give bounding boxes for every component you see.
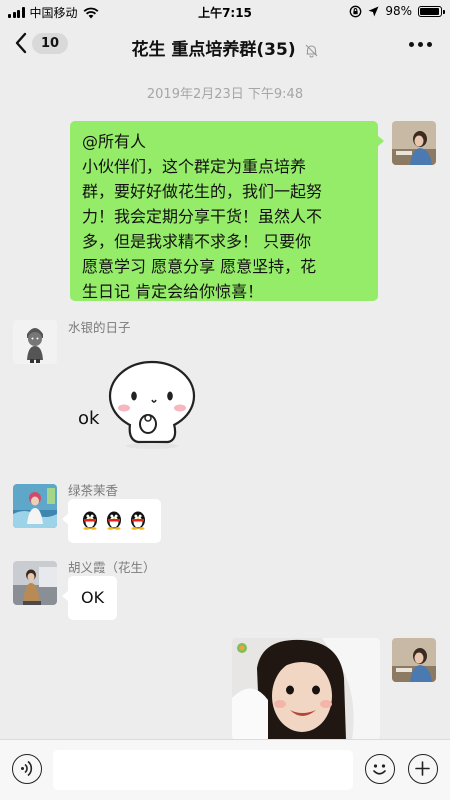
sender-name: 绿茶茉香: [68, 483, 119, 498]
nav-bar: 10 花生 重点培养群(35): [0, 24, 450, 68]
child-photo-image: [232, 638, 380, 740]
voice-icon: [21, 760, 33, 777]
chat-screen: 中国移动 上午7:15 98% 10 花生 重点培养群(35) 2019年2月2…: [0, 0, 450, 800]
self-avatar-image: [392, 638, 436, 682]
message-line: 小伙伴们，这个群定为重点培养: [82, 157, 307, 176]
sender-avatar[interactable]: [13, 561, 57, 605]
sender-avatar[interactable]: [13, 320, 57, 364]
sticker-message[interactable]: ok: [68, 350, 198, 455]
message-line: 力！我会定期分享干货！虽然人不: [82, 207, 323, 226]
message-line: 生日记 肯定会给你惊喜！: [82, 282, 264, 301]
sender-name: 水银的日子: [68, 320, 131, 335]
bubble-tail: [377, 135, 384, 147]
status-bar: 中国移动 上午7:15 98%: [0, 0, 450, 24]
more-actions-button[interactable]: [408, 754, 438, 784]
bubble-tail: [62, 513, 69, 525]
image-message[interactable]: [232, 638, 380, 740]
battery-fill: [420, 7, 439, 15]
sender-avatar-image: [13, 484, 57, 528]
ellipsis-icon: [409, 42, 414, 47]
self-avatar[interactable]: [392, 638, 436, 682]
battery-percent: 98%: [385, 4, 412, 18]
message-text: OK: [81, 588, 105, 607]
message-input[interactable]: [53, 750, 353, 790]
sticker-text: ok: [78, 408, 100, 429]
more-options-button[interactable]: [409, 42, 432, 47]
message-timestamp: 2019年2月23日 下午9:48: [146, 87, 304, 102]
location-icon: [368, 6, 379, 16]
message-bubble-other[interactable]: OK: [62, 576, 117, 620]
sender-avatar-image: [13, 561, 57, 605]
bubble-tail: [62, 590, 69, 602]
chat-input-bar: [0, 739, 450, 800]
bell-off-icon: [305, 44, 317, 57]
message-bubble-self[interactable]: @所有人 小伙伴们，这个群定为重点培养 群，要好好做花生的，我们一起努 力！我会…: [70, 121, 384, 301]
smiley-icon: [373, 764, 386, 775]
message-line: 群，要好好做花生的，我们一起努: [82, 182, 323, 201]
self-avatar[interactable]: [392, 121, 436, 165]
plus-icon: [415, 761, 430, 776]
message-line: 多，但是我求精不求多！ 只要你: [82, 232, 312, 251]
sender-avatar[interactable]: [13, 484, 57, 528]
rotation-lock-icon: [349, 5, 362, 17]
sender-avatar-image: [13, 320, 57, 364]
penguin-icon: [131, 511, 145, 530]
penguin-emoji-row: [83, 511, 145, 530]
message-line: @所有人: [82, 132, 147, 151]
sender-name: 胡义霞（花生）: [68, 560, 156, 575]
voice-button[interactable]: [12, 754, 42, 784]
message-bubble-other[interactable]: [62, 499, 161, 543]
chat-title-text: 花生 重点培养群(35): [131, 40, 296, 60]
status-right: 98%: [349, 4, 445, 18]
message-line: 愿意学习 愿意分享 愿意坚持，花: [82, 257, 317, 276]
penguin-icon: [107, 511, 121, 530]
emoji-button[interactable]: [365, 754, 395, 784]
self-avatar-image: [392, 121, 436, 165]
penguin-icon: [83, 511, 97, 530]
chat-title: 花生 重点培养群(35): [0, 35, 450, 60]
ok-sticker-image: ok: [78, 360, 196, 449]
battery-icon: [418, 5, 445, 17]
